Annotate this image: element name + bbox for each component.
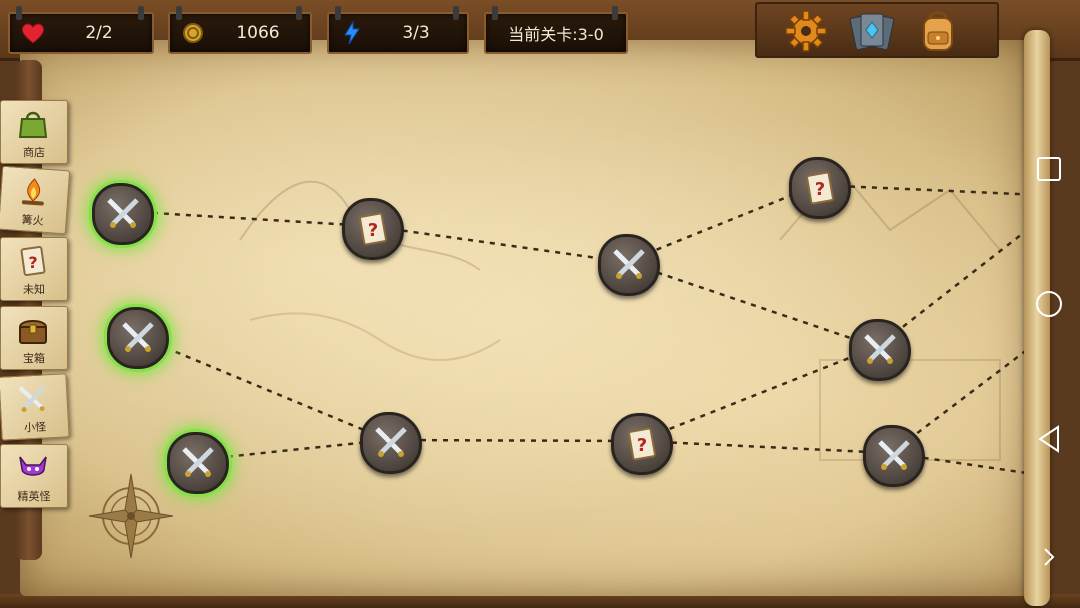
circle-icon — [1036, 291, 1062, 317]
node-unknown-2[interactable]: ? — [789, 157, 851, 219]
panel-pin — [176, 6, 182, 20]
svg-text:?: ? — [28, 253, 37, 272]
back-triangle-icon — [1038, 425, 1059, 453]
legend-item-unknown: ? 未知 — [0, 237, 68, 301]
crossed-swords-icon — [375, 427, 407, 457]
heart-icon — [20, 20, 46, 46]
system-nav-bar — [1018, 0, 1080, 608]
treasure-chest-icon — [18, 320, 48, 344]
legend-item-campfire: 篝火 — [0, 165, 71, 235]
node-battle-row2-col1[interactable] — [107, 307, 169, 369]
back-button[interactable] — [1032, 422, 1066, 456]
crossed-swords-icon — [182, 447, 214, 477]
node-battle-row1-col2[interactable] — [598, 234, 660, 296]
home-button[interactable] — [1032, 287, 1066, 321]
lives-panel: 2/2 — [8, 6, 154, 54]
crossed-swords-icon — [864, 334, 896, 364]
crossed-swords-icon — [613, 249, 645, 279]
backpack-icon — [923, 11, 953, 51]
compass-rose-icon — [88, 473, 174, 559]
legend-item-shop: 商店 — [0, 100, 68, 164]
panel-pin — [16, 6, 22, 20]
stage-panel: 当前关卡:3-0 — [484, 6, 628, 54]
stage-value: 当前关卡:3-0 — [508, 25, 604, 44]
lives-value: 2/2 — [85, 23, 113, 43]
panel-pin — [296, 6, 302, 20]
recent-apps-button[interactable] — [1032, 152, 1066, 186]
node-battle-row1-col1[interactable] — [92, 183, 154, 245]
square-icon — [1037, 157, 1061, 181]
coins-panel: 1066 — [168, 6, 312, 54]
legend-label: 小怪 — [23, 420, 47, 435]
energy-value: 3/3 — [402, 23, 430, 43]
node-battle-row3-col2[interactable] — [360, 412, 422, 474]
panel-pin — [612, 6, 618, 20]
svg-text:?: ? — [368, 220, 378, 241]
panel-pin — [453, 6, 459, 20]
panel-pin — [335, 6, 341, 20]
legend-item-elite: 精英怪 — [0, 444, 68, 508]
crossed-swords-icon — [878, 440, 910, 470]
coin-icon — [180, 20, 206, 46]
settings-button[interactable] — [783, 8, 829, 54]
unknown-card-icon: ? — [20, 245, 46, 277]
node-unknown-1[interactable]: ? — [342, 198, 404, 260]
shop-bag-icon — [18, 111, 48, 138]
unknown-card-icon: ? — [806, 171, 834, 205]
gear-icon — [785, 10, 827, 52]
chevron-right-icon — [1044, 548, 1055, 566]
energy-panel: 3/3 — [327, 6, 469, 54]
legend-label: 精英怪 — [17, 490, 51, 503]
legend-label: 商店 — [23, 146, 45, 159]
elite-demon-icon — [19, 456, 47, 476]
legend-item-minion: 小怪 — [0, 373, 70, 441]
legend-label: 篝火 — [21, 213, 44, 228]
legend-label: 宝箱 — [23, 352, 45, 365]
bottom-wood-frame — [0, 594, 1080, 608]
node-battle-row2-col3[interactable] — [849, 319, 911, 381]
lightning-icon — [339, 20, 365, 46]
expand-nav-button[interactable] — [1032, 540, 1066, 574]
crossed-swords-icon — [18, 385, 46, 413]
svg-text:?: ? — [637, 435, 647, 456]
unknown-card-icon: ? — [628, 427, 656, 461]
crossed-swords-icon — [107, 198, 139, 228]
node-unknown-3[interactable]: ? — [611, 413, 673, 475]
panel-pin — [138, 6, 144, 20]
unknown-card-icon: ? — [359, 212, 387, 246]
legend-label: 未知 — [23, 283, 45, 296]
campfire-icon — [21, 178, 44, 206]
panel-pin — [492, 6, 498, 20]
backpack-button[interactable] — [915, 8, 961, 54]
card-deck-button[interactable] — [849, 8, 895, 54]
card-deck-icon — [849, 13, 895, 51]
legend-item-treasure: 宝箱 — [0, 306, 68, 370]
node-battle-row3-col3[interactable] — [863, 425, 925, 487]
top-icon-bar — [755, 2, 999, 58]
svg-text:?: ? — [815, 179, 825, 200]
coins-value: 1066 — [236, 23, 280, 43]
crossed-swords-icon — [122, 322, 154, 352]
